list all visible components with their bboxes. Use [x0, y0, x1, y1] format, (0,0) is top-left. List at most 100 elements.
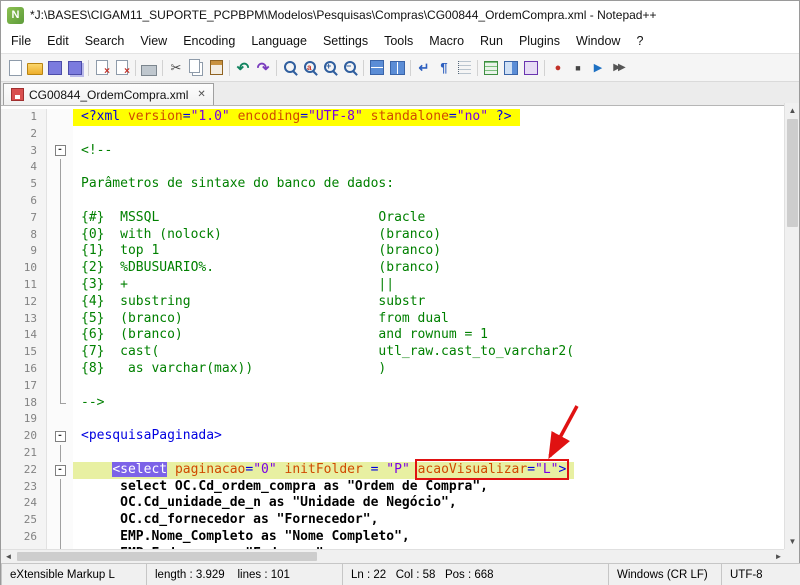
- save-icon[interactable]: [46, 59, 64, 77]
- macro-record-icon[interactable]: ●: [549, 59, 567, 77]
- status-eol-format: Windows (CR LF): [608, 563, 721, 585]
- menu-item-plugins[interactable]: Plugins: [511, 31, 568, 51]
- menu-item-window[interactable]: Window: [568, 31, 628, 51]
- open-file-icon[interactable]: [26, 59, 44, 77]
- redo-icon[interactable]: ↷: [254, 59, 272, 77]
- fold-margin: [47, 176, 73, 193]
- line-number: 9: [1, 243, 47, 261]
- vertical-scrollbar-thumb[interactable]: [787, 119, 798, 227]
- word-wrap-icon[interactable]: ↵: [415, 59, 433, 77]
- menu-item-file[interactable]: File: [3, 31, 39, 51]
- zoom-in-icon[interactable]: +: [321, 59, 339, 77]
- menu-item-edit[interactable]: Edit: [39, 31, 77, 51]
- new-file-icon[interactable]: [6, 59, 24, 77]
- tab-close-icon[interactable]: ✕: [197, 89, 205, 100]
- tab-cg00844-ordemcompra-xml[interactable]: CG00844_OrdemCompra.xml ✕: [3, 83, 214, 105]
- line-number: 23: [1, 478, 47, 496]
- toolbar-separator: [544, 59, 545, 76]
- line-number: 16: [1, 360, 47, 378]
- code-line: 16 {8} as varchar(max)) ): [1, 360, 786, 378]
- code-line: 15 {7} cast( utl_raw.cast_to_varchar2(: [1, 344, 786, 361]
- line-number: 25: [1, 512, 47, 529]
- line-number: 7: [1, 209, 47, 227]
- menu-item-macro[interactable]: Macro: [421, 31, 472, 51]
- fold-margin: [47, 528, 73, 546]
- code-line: 23 select OC.Cd_ordem_compra as "Ordem d…: [1, 478, 786, 496]
- function-list-icon[interactable]: [482, 59, 500, 77]
- fold-marker[interactable]: -: [54, 431, 66, 443]
- show-all-chars-icon[interactable]: ¶: [435, 59, 453, 77]
- sync-v-icon[interactable]: [368, 59, 386, 77]
- code-line: 17: [1, 377, 786, 395]
- notepadpp-window: N *J:\BASES\CIGAM11_SUPORTE_PCPBPM\Model…: [0, 0, 800, 585]
- macro-stop-icon[interactable]: ■: [569, 59, 587, 77]
- menu-item-run[interactable]: Run: [472, 31, 511, 51]
- fold-margin: [47, 512, 73, 529]
- undo-icon[interactable]: ↶: [234, 59, 252, 77]
- fold-margin: [47, 310, 73, 328]
- editor-area[interactable]: 1 <?xml version="1.0" encoding="UTF-8" st…: [1, 106, 799, 552]
- toolbar-separator: [363, 59, 364, 76]
- macro-play-multi-icon[interactable]: ▶▶: [609, 59, 627, 77]
- code-text: OC.cd_fornecedor as "Fornecedor",: [81, 512, 379, 528]
- menu-item-language[interactable]: Language: [243, 31, 315, 51]
- editor-lines: 1 <?xml version="1.0" encoding="UTF-8" st…: [1, 109, 786, 552]
- scroll-up-icon[interactable]: ▲: [785, 103, 800, 118]
- menu-item-tools[interactable]: Tools: [376, 31, 421, 51]
- scroll-left-icon[interactable]: ◄: [1, 550, 16, 563]
- modified-doc-icon: [11, 88, 24, 101]
- line-number: 24: [1, 495, 47, 513]
- indent-guide-icon[interactable]: [455, 59, 473, 77]
- vertical-scrollbar[interactable]: ▲ ▼: [784, 103, 799, 549]
- menu-item-encoding[interactable]: Encoding: [175, 31, 243, 51]
- paste-icon[interactable]: [207, 59, 225, 77]
- replace-icon[interactable]: a: [301, 59, 319, 77]
- find-icon[interactable]: [281, 59, 299, 77]
- menu-item-settings[interactable]: Settings: [315, 31, 376, 51]
- toolbar-separator: [477, 59, 478, 76]
- scroll-down-icon[interactable]: ▼: [785, 534, 800, 549]
- cut-icon[interactable]: ✂: [167, 59, 185, 77]
- doc-list-icon[interactable]: [522, 59, 540, 77]
- save-all-icon[interactable]: [66, 59, 84, 77]
- code-line: 5 Parâmetros de sintaxe do banco de dados…: [1, 176, 786, 193]
- editor[interactable]: 1 <?xml version="1.0" encoding="UTF-8" st…: [1, 106, 786, 552]
- fold-margin: -: [47, 142, 73, 160]
- status-bar: eXtensible Markup L length : 3.929 lines…: [1, 563, 800, 585]
- horizontal-scrollbar-thumb[interactable]: [17, 552, 317, 561]
- line-number: 8: [1, 226, 47, 244]
- status-length-lines: length : 3.929 lines : 101: [146, 563, 342, 585]
- menu-item-view[interactable]: View: [132, 31, 175, 51]
- doc-map-icon[interactable]: [502, 59, 520, 77]
- line-number: 10: [1, 260, 47, 277]
- fold-marker[interactable]: -: [54, 464, 66, 476]
- code-text: EMP.Nome_Completo as "Nome Completo",: [81, 528, 410, 544]
- code-text: {5} (branco) from dual: [81, 310, 449, 326]
- code-text: <!--: [81, 142, 113, 158]
- menu-item-help[interactable]: ?: [628, 31, 651, 51]
- scrollbar-corner: [784, 549, 799, 563]
- code-text: {7} cast( utl_raw.cast_to_varchar2(: [81, 344, 575, 360]
- code-line: 11 {3} + ||: [1, 276, 786, 294]
- horizontal-scrollbar[interactable]: ◄ ►: [1, 549, 786, 563]
- code-line: 19: [1, 411, 786, 429]
- close-icon[interactable]: [93, 59, 111, 77]
- line-number: 14: [1, 327, 47, 345]
- fold-margin: -: [47, 461, 73, 479]
- title-bar: N *J:\BASES\CIGAM11_SUPORTE_PCPBPM\Model…: [1, 1, 799, 29]
- fold-margin: [47, 192, 73, 210]
- code-text: OC.Cd_unidade_de_n as "Unidade de Negóci…: [81, 495, 457, 511]
- print-icon[interactable]: [140, 59, 158, 77]
- sync-h-icon[interactable]: [388, 59, 406, 77]
- macro-play-icon[interactable]: ▶: [589, 59, 607, 77]
- fold-margin: [47, 109, 73, 126]
- fold-marker[interactable]: -: [54, 145, 66, 157]
- close-all-icon[interactable]: [113, 59, 131, 77]
- line-number: 2: [1, 125, 47, 143]
- copy-icon[interactable]: [187, 59, 205, 77]
- menu-item-search[interactable]: Search: [77, 31, 133, 51]
- line-number: 22: [1, 461, 47, 479]
- zoom-out-icon[interactable]: −: [341, 59, 359, 77]
